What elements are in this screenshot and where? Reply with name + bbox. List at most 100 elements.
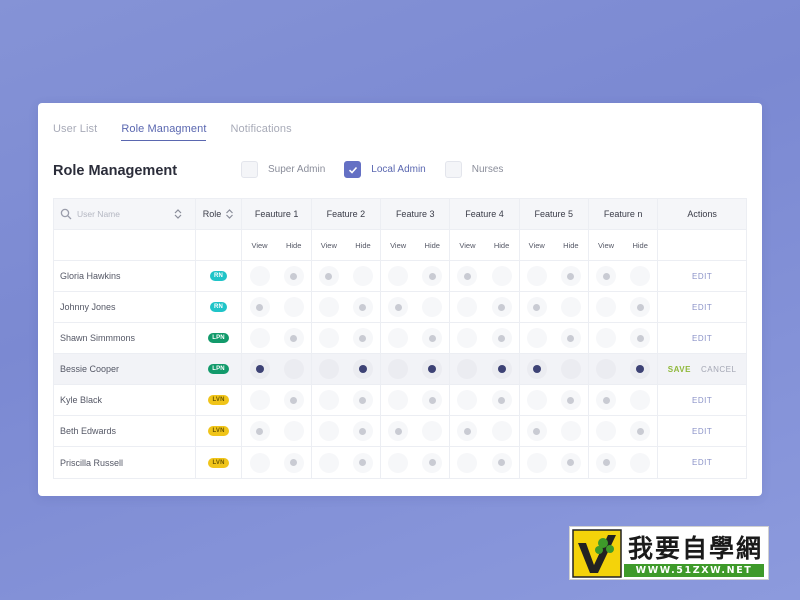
view-radio[interactable] <box>526 328 547 348</box>
hide-option[interactable] <box>417 265 447 287</box>
hide-option[interactable] <box>556 296 586 318</box>
hide-option[interactable] <box>487 420 517 442</box>
view-radio[interactable] <box>318 452 339 473</box>
view-option[interactable] <box>314 265 344 287</box>
view-option[interactable] <box>591 358 621 380</box>
view-radio[interactable] <box>596 452 617 473</box>
hide-option[interactable] <box>625 265 655 287</box>
hide-radio[interactable] <box>560 328 581 348</box>
hide-radio[interactable] <box>422 452 443 473</box>
view-radio[interactable] <box>526 452 547 473</box>
hide-radio[interactable] <box>422 421 443 441</box>
hide-radio[interactable] <box>491 359 512 379</box>
view-option[interactable] <box>245 420 275 442</box>
hide-radio[interactable] <box>352 452 373 473</box>
view-option[interactable] <box>383 296 413 318</box>
edit-button[interactable]: EDIT <box>692 396 712 405</box>
view-radio[interactable] <box>388 390 409 410</box>
view-radio[interactable] <box>526 297 547 317</box>
hide-option[interactable] <box>348 296 378 318</box>
hide-radio[interactable] <box>283 452 304 473</box>
hide-option[interactable] <box>279 358 309 380</box>
view-option[interactable] <box>522 452 552 474</box>
hide-radio[interactable] <box>491 390 512 410</box>
hide-radio[interactable] <box>352 359 373 379</box>
hide-option[interactable] <box>348 327 378 349</box>
hide-option[interactable] <box>279 420 309 442</box>
view-option[interactable] <box>245 265 275 287</box>
view-radio[interactable] <box>388 359 409 379</box>
hide-radio[interactable] <box>352 390 373 410</box>
hide-option[interactable] <box>348 389 378 411</box>
edit-button[interactable]: EDIT <box>692 458 712 467</box>
view-option[interactable] <box>522 420 552 442</box>
save-button[interactable]: SAVE <box>668 365 691 374</box>
view-option[interactable] <box>314 296 344 318</box>
hide-radio[interactable] <box>422 359 443 379</box>
view-radio[interactable] <box>249 297 270 317</box>
view-option[interactable] <box>591 452 621 474</box>
hide-option[interactable] <box>556 420 586 442</box>
view-radio[interactable] <box>318 390 339 410</box>
view-radio[interactable] <box>526 266 547 286</box>
view-radio[interactable] <box>457 359 478 379</box>
view-option[interactable] <box>522 389 552 411</box>
view-radio[interactable] <box>596 297 617 317</box>
hide-option[interactable] <box>348 420 378 442</box>
role-filter-super-admin[interactable]: Super Admin <box>241 161 325 178</box>
view-option[interactable] <box>591 265 621 287</box>
edit-button[interactable]: EDIT <box>692 334 712 343</box>
hide-option[interactable] <box>625 452 655 474</box>
view-option[interactable] <box>522 296 552 318</box>
search-input[interactable]: User Name <box>77 209 172 219</box>
view-option[interactable] <box>452 265 482 287</box>
hide-radio[interactable] <box>283 421 304 441</box>
hide-radio[interactable] <box>560 359 581 379</box>
view-radio[interactable] <box>388 452 409 473</box>
hide-radio[interactable] <box>560 452 581 473</box>
hide-option[interactable] <box>487 265 517 287</box>
hide-option[interactable] <box>625 358 655 380</box>
view-option[interactable] <box>522 265 552 287</box>
view-option[interactable] <box>245 327 275 349</box>
hide-radio[interactable] <box>630 390 651 410</box>
hide-radio[interactable] <box>283 266 304 286</box>
hide-radio[interactable] <box>491 328 512 348</box>
view-option[interactable] <box>383 420 413 442</box>
hide-radio[interactable] <box>630 421 651 441</box>
local-admin-checkbox[interactable] <box>344 161 362 178</box>
hide-option[interactable] <box>556 265 586 287</box>
hide-option[interactable] <box>417 296 447 318</box>
hide-option[interactable] <box>556 452 586 474</box>
hide-radio[interactable] <box>352 328 373 348</box>
view-option[interactable] <box>245 358 275 380</box>
user-search[interactable]: User Name <box>60 208 195 220</box>
hide-option[interactable] <box>417 358 447 380</box>
hide-radio[interactable] <box>630 266 651 286</box>
view-radio[interactable] <box>457 452 478 473</box>
view-radio[interactable] <box>526 359 547 379</box>
view-option[interactable] <box>314 327 344 349</box>
hide-radio[interactable] <box>630 328 651 348</box>
view-option[interactable] <box>314 389 344 411</box>
view-radio[interactable] <box>318 359 339 379</box>
view-option[interactable] <box>245 389 275 411</box>
hide-radio[interactable] <box>283 297 304 317</box>
view-radio[interactable] <box>318 328 339 348</box>
view-option[interactable] <box>591 327 621 349</box>
hide-radio[interactable] <box>630 297 651 317</box>
view-radio[interactable] <box>318 266 339 286</box>
hide-radio[interactable] <box>283 328 304 348</box>
edit-button[interactable]: EDIT <box>692 272 712 281</box>
hide-radio[interactable] <box>352 421 373 441</box>
hide-option[interactable] <box>625 327 655 349</box>
hide-radio[interactable] <box>491 421 512 441</box>
hide-option[interactable] <box>625 420 655 442</box>
role-sort[interactable]: Role <box>203 208 235 220</box>
view-radio[interactable] <box>388 328 409 348</box>
hide-option[interactable] <box>487 452 517 474</box>
hide-radio[interactable] <box>352 297 373 317</box>
view-option[interactable] <box>452 296 482 318</box>
view-option[interactable] <box>452 358 482 380</box>
hide-radio[interactable] <box>630 452 651 473</box>
